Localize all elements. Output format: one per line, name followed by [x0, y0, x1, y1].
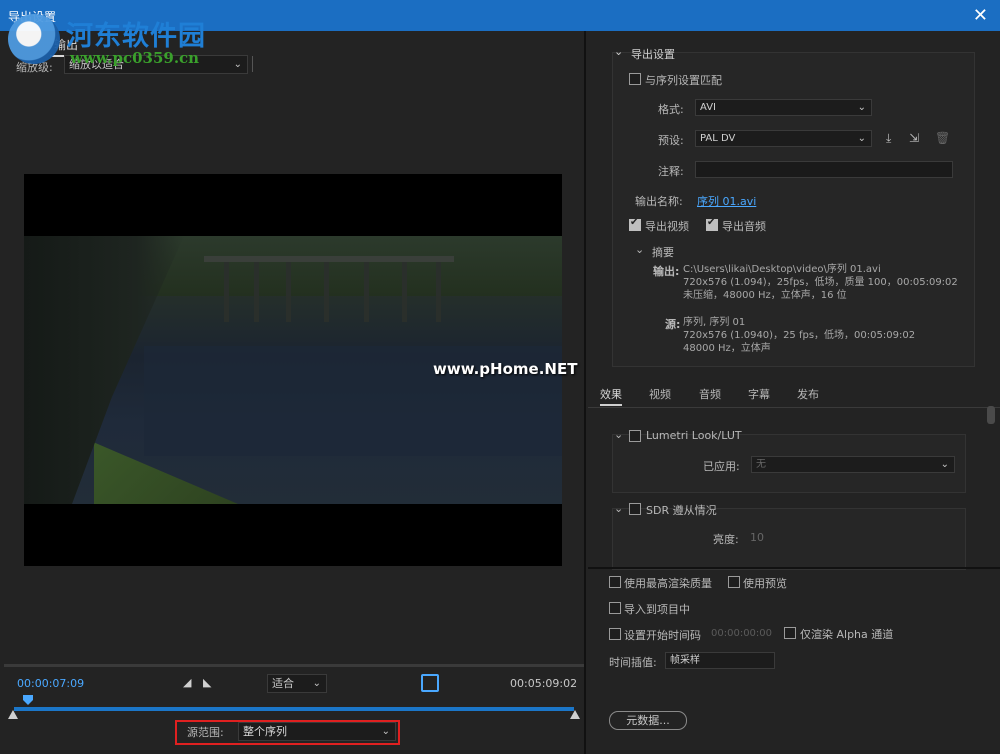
summary-title: 摘要	[652, 246, 674, 259]
start-timecode-checkbox[interactable]	[609, 628, 621, 640]
watermark-logo	[8, 14, 60, 64]
use-preview-checkbox[interactable]	[728, 576, 740, 588]
chevron-down-icon[interactable]: ⌄	[635, 243, 644, 256]
applied-value: 无	[756, 459, 766, 470]
summary-source-line: 720x576 (1.0940)，25 fps，低场，00:05:09:02	[683, 330, 916, 341]
crop-icon[interactable]	[421, 674, 439, 692]
divider	[252, 56, 253, 72]
preset-value: PAL DV	[700, 133, 736, 144]
summary-source-label: 源:	[665, 318, 681, 331]
out-point-handle[interactable]	[570, 710, 580, 719]
sdr-title: SDR 遵从情况	[646, 504, 717, 517]
export-video-label: 导出视频	[645, 220, 689, 233]
timeline-separator	[4, 664, 584, 667]
lumetri-title: Lumetri Look/LUT	[646, 429, 742, 442]
brightness-value[interactable]: 10	[750, 531, 764, 544]
mark-out-icon[interactable]: ◣	[203, 676, 211, 689]
summary-output-text: C:\Users\likai\Desktop\video\序列 01.avi 7…	[683, 263, 958, 302]
chevron-down-icon: ⌄	[940, 459, 949, 470]
watermark-overlay: www.pHome.NET	[433, 360, 578, 378]
summary-output-label: 输出:	[653, 265, 680, 278]
chevron-down-icon: ⌄	[381, 726, 390, 737]
start-timecode-value[interactable]: 00:00:00:00	[711, 628, 772, 639]
summary-source-line: 序列, 序列 01	[683, 317, 746, 328]
chevron-down-icon[interactable]: ⌄	[614, 45, 623, 58]
export-audio-checkbox[interactable]	[706, 217, 718, 231]
effects-scrollbar[interactable]	[987, 406, 995, 424]
tab-captions[interactable]: 字幕	[748, 386, 770, 402]
summary-output-line: 720x576 (1.094)，25fps，低场，质量 100，00:05:09…	[683, 277, 958, 288]
comment-label: 注释:	[658, 165, 684, 178]
brightness-label: 亮度:	[713, 533, 739, 546]
chevron-down-icon[interactable]: ⌄	[614, 428, 623, 441]
format-select[interactable]: AVI ⌄	[695, 99, 872, 116]
fit-select[interactable]: 适合 ⌄	[267, 674, 327, 693]
mark-in-icon[interactable]: ◢	[183, 676, 191, 689]
current-timecode[interactable]: 00:00:07:09	[17, 677, 84, 690]
chevron-down-icon: ⌄	[857, 133, 866, 144]
use-preview-label: 使用预览	[743, 577, 787, 590]
summary-source-line: 48000 Hz，立体声	[683, 343, 771, 354]
chevron-down-icon: ⌄	[312, 678, 321, 689]
timeline-track[interactable]	[14, 707, 574, 711]
import-preset-icon[interactable]: ⇲	[909, 131, 919, 145]
tab-effects[interactable]: 效果	[600, 386, 622, 406]
max-render-label: 使用最高渲染质量	[624, 577, 712, 590]
summary-output-line: C:\Users\likai\Desktop\video\序列 01.avi	[683, 264, 881, 275]
tab-publish[interactable]: 发布	[797, 386, 819, 402]
tab-video[interactable]: 视频	[649, 386, 671, 402]
close-icon[interactable]: ✕	[973, 5, 988, 26]
metadata-button[interactable]: 元数据...	[609, 711, 687, 730]
export-settings-title: 导出设置	[631, 48, 675, 61]
save-preset-icon[interactable]: ⤓	[886, 131, 891, 146]
source-range-label: 源范围:	[187, 726, 224, 739]
source-range-select[interactable]: 整个序列 ⌄	[238, 722, 396, 741]
lumetri-checkbox[interactable]	[629, 430, 641, 442]
interp-select[interactable]: 帧采样	[665, 652, 775, 669]
alpha-only-label: 仅渲染 Alpha 通道	[800, 628, 894, 641]
start-timecode-label: 设置开始时间码	[624, 629, 701, 642]
import-project-label: 导入到项目中	[624, 603, 690, 616]
fit-select-value: 适合	[272, 677, 294, 690]
export-video-checkbox[interactable]	[629, 217, 641, 231]
end-timecode: 00:05:09:02	[510, 677, 578, 690]
output-name-link[interactable]: 序列 01.avi	[697, 193, 756, 209]
applied-select[interactable]: 无 ⌄	[751, 456, 955, 473]
tab-audio[interactable]: 音频	[699, 386, 721, 402]
interp-label: 时间插值:	[609, 656, 657, 669]
alpha-only-checkbox[interactable]	[784, 627, 796, 639]
summary-source-text: 序列, 序列 01 720x576 (1.0940)，25 fps，低场，00:…	[683, 316, 915, 355]
chevron-down-icon: ⌄	[857, 102, 866, 113]
sdr-checkbox[interactable]	[629, 503, 641, 515]
max-render-checkbox[interactable]	[609, 576, 621, 588]
applied-label: 已应用:	[703, 460, 740, 473]
interp-value: 帧采样	[670, 655, 700, 666]
preset-label: 预设:	[658, 134, 684, 147]
preset-select[interactable]: PAL DV ⌄	[695, 130, 872, 147]
source-range-value: 整个序列	[243, 725, 287, 738]
export-audio-label: 导出音频	[722, 220, 766, 233]
chevron-down-icon[interactable]: ⌄	[614, 502, 623, 515]
format-label: 格式:	[658, 103, 684, 116]
output-name-label: 输出名称:	[635, 195, 683, 208]
import-project-checkbox[interactable]	[609, 602, 621, 614]
in-point-handle[interactable]	[8, 710, 18, 719]
match-sequence-checkbox[interactable]	[629, 73, 641, 85]
format-value: AVI	[700, 102, 716, 113]
watermark-site-name: 河东软件园	[66, 21, 206, 52]
divider	[588, 567, 1000, 569]
comment-input[interactable]	[695, 161, 953, 178]
watermark-site-url: www.pc0359.cn	[70, 49, 200, 67]
summary-output-line: 未压缩，48000 Hz，立体声，16 位	[683, 290, 847, 301]
match-sequence-label: 与序列设置匹配	[645, 74, 722, 87]
chevron-down-icon: ⌄	[233, 59, 242, 70]
delete-preset-icon[interactable]: 🗑	[935, 131, 950, 145]
